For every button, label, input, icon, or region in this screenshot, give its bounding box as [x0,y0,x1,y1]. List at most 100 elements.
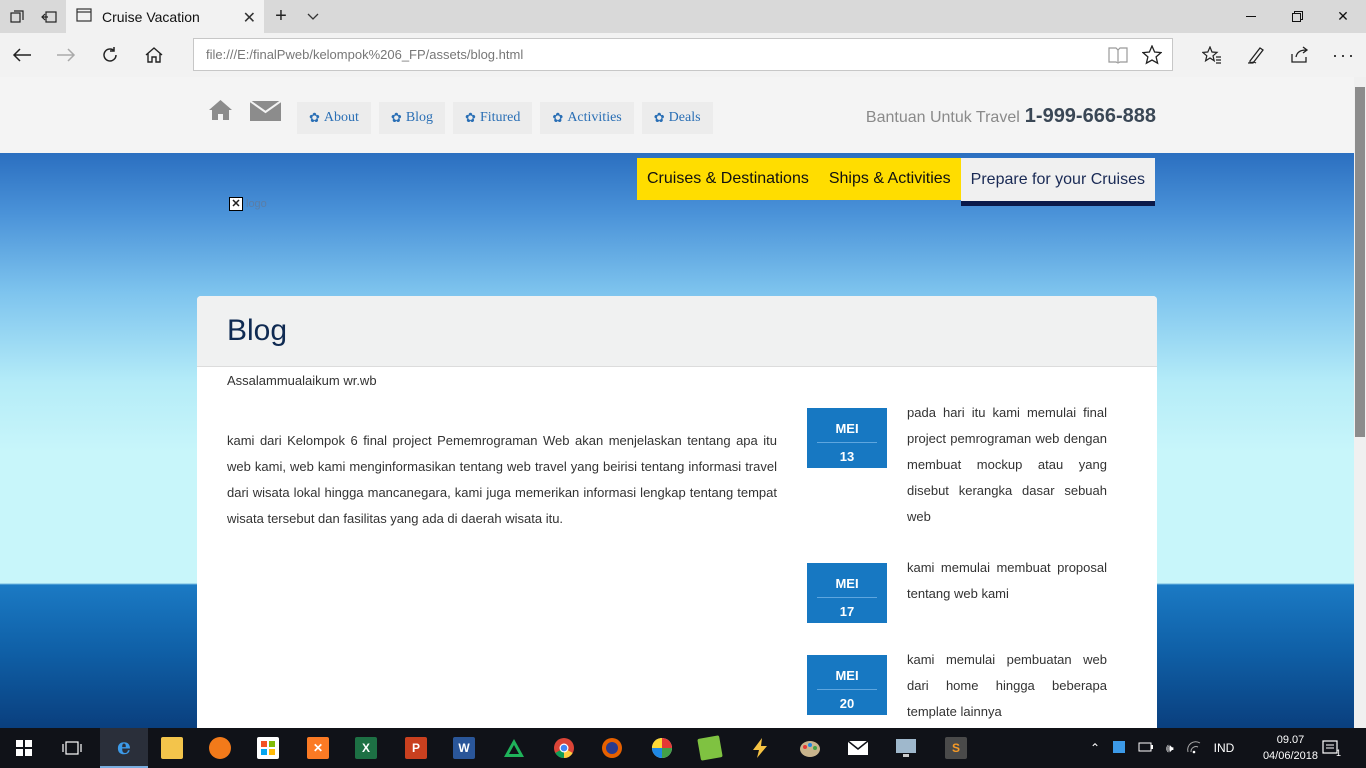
task-view-icon[interactable] [48,728,96,768]
green-triangle-app-icon[interactable] [490,728,538,768]
tab-preview-chevron-icon[interactable] [302,0,324,33]
top-menu-label: Deals [668,110,701,125]
top-menu-label: About [323,110,359,125]
new-tab-icon[interactable]: + [270,0,292,33]
notepad-leaf-icon [697,735,723,761]
minimize-icon[interactable] [1228,0,1274,33]
word-glyph-icon: W [453,737,475,759]
list-item: MEI 13 pada hari itu kami memulai final … [807,400,1107,555]
picasa-app-icon[interactable] [638,728,686,768]
scrollbar-thumb[interactable] [1355,87,1365,437]
blog-intro: kami dari Kelompok 6 final project Pemem… [227,433,777,526]
top-menu-fitured[interactable]: ✿ Fitured [453,102,533,134]
top-menu-label: Fitured [479,110,521,125]
notepad-green-app-icon[interactable] [686,728,734,768]
site-mail-icon[interactable] [249,100,282,124]
windows-taskbar: e ✕ X P W S ⌃ 🕪 IND 09.07 04/06/2018 1 [0,728,1366,768]
tray-battery-icon[interactable] [1138,741,1154,756]
address-bar[interactable]: file:///E:/finalPweb/kelompok%206_FP/ass… [193,38,1173,71]
helpline: Bantuan Untuk Travel 1-999-666-888 [866,105,1156,128]
favorites-hub-icon[interactable] [1190,33,1234,77]
browser-tab-active[interactable]: Cruise Vacation ✕ [66,0,264,33]
main-menu-ships-activities[interactable]: Ships & Activities [818,158,961,200]
bolt-app-icon[interactable] [736,728,784,768]
top-menu-label: Blog [405,110,434,125]
refresh-icon[interactable] [88,33,132,77]
sublime-app-icon[interactable]: S [932,728,980,768]
date-day: 17 [839,604,855,619]
date-badge: MEI 13 [807,408,887,468]
notification-count: 1 [1336,748,1342,758]
list-item: MEI 17 kami memulai membuat proposal ten… [807,555,1107,647]
event-text: kami memulai pembuatan web dari home hin… [907,652,1107,719]
gear-icon: ✿ [653,110,665,125]
main-menu-cruises-destinations[interactable]: Cruises & Destinations [637,158,819,200]
start-windows-icon[interactable] [0,728,48,768]
date-day: 13 [839,449,855,464]
gear-icon: ✿ [309,110,320,125]
set-tabs-aside-icon[interactable] [36,0,62,33]
web-note-pen-icon[interactable] [1234,33,1278,77]
share-icon[interactable] [1278,33,1322,77]
logo-alt-text: logo [246,198,267,210]
powerpoint-app-icon[interactable]: P [392,728,440,768]
action-center-icon[interactable]: 1 [1322,728,1341,768]
address-url: file:///E:/finalPweb/kelompok%206_FP/ass… [206,47,524,62]
tray-wifi-icon[interactable] [1186,740,1202,757]
top-menu-blog[interactable]: ✿ Blog [378,102,446,134]
taskbar-clock[interactable]: 09.07 04/06/2018 [1263,732,1318,764]
orange-circle-icon [209,737,231,759]
browser-tab-bar: Cruise Vacation ✕ + ✕ [0,0,1366,33]
browser-nav-bar: file:///E:/finalPweb/kelompok%206_FP/ass… [0,33,1366,77]
tab-manager-icon[interactable] [4,0,30,33]
favorite-star-icon[interactable] [1141,44,1163,68]
tray-network-adapter-icon[interactable] [1112,740,1126,757]
paint-app-icon[interactable] [786,728,834,768]
date-day: 20 [839,696,855,711]
site-logo[interactable]: ✕ logo [229,197,267,211]
tray-language[interactable]: IND [1214,741,1235,755]
tray-volume-icon[interactable]: 🕪 [1166,741,1174,756]
folder-icon [161,737,183,759]
clock-time: 09.07 [1276,734,1305,746]
monitor-app-icon[interactable] [882,728,930,768]
more-options-icon[interactable]: ··· [1322,33,1366,77]
system-tray: ⌃ 🕪 IND [1090,728,1234,768]
mail-app-icon[interactable] [834,728,882,768]
event-text: kami memulai membuat proposal tentang we… [907,560,1107,601]
top-menu-label: Activities [567,110,622,125]
page-viewport: ✿ About ✿ Blog ✿ Fitured ✿ Activities ✿ … [0,77,1354,728]
date-badge: MEI 20 [807,655,887,715]
chrome-app-icon[interactable] [540,728,588,768]
page-scrollbar[interactable] [1354,77,1366,728]
browser-orange-app-icon[interactable] [196,728,244,768]
xampp-app-icon[interactable]: ✕ [294,728,342,768]
store-app-icon[interactable] [244,728,292,768]
main-menu-prepare-cruises[interactable]: Prepare for your Cruises [960,158,1155,206]
top-menu-activities[interactable]: ✿ Activities [540,102,634,134]
edge-app-icon[interactable]: e [100,728,148,768]
main-menu: Cruises & Destinations Ships & Activitie… [637,158,1155,206]
tray-chevron-up-icon[interactable]: ⌃ [1090,741,1100,755]
excel-app-icon[interactable]: X [342,728,390,768]
reading-view-icon[interactable] [1108,46,1128,67]
back-icon[interactable] [0,33,44,77]
top-menu-deals[interactable]: ✿ Deals [641,102,713,134]
firefox-app-icon[interactable] [588,728,636,768]
close-tab-icon[interactable]: ✕ [243,8,256,28]
list-item: MEI 20 kami memulai pembuatan web dari h… [807,647,1107,728]
word-app-icon[interactable]: W [440,728,488,768]
file-explorer-icon[interactable] [148,728,196,768]
site-home-icon[interactable] [208,99,233,124]
excel-glyph-icon: X [355,737,377,759]
timeline-list: MEI 13 pada hari itu kami memulai final … [807,400,1107,728]
restore-icon[interactable] [1274,0,1320,33]
close-window-icon[interactable]: ✕ [1320,0,1366,33]
top-menu-about[interactable]: ✿ About [297,102,371,134]
blog-greeting: Assalammualaikum wr.wb [227,373,377,388]
home-icon[interactable] [132,33,176,77]
broken-image-icon: ✕ [229,197,243,211]
gear-icon: ✿ [390,110,402,125]
date-month: MEI [817,655,877,690]
forward-icon[interactable] [44,33,88,77]
